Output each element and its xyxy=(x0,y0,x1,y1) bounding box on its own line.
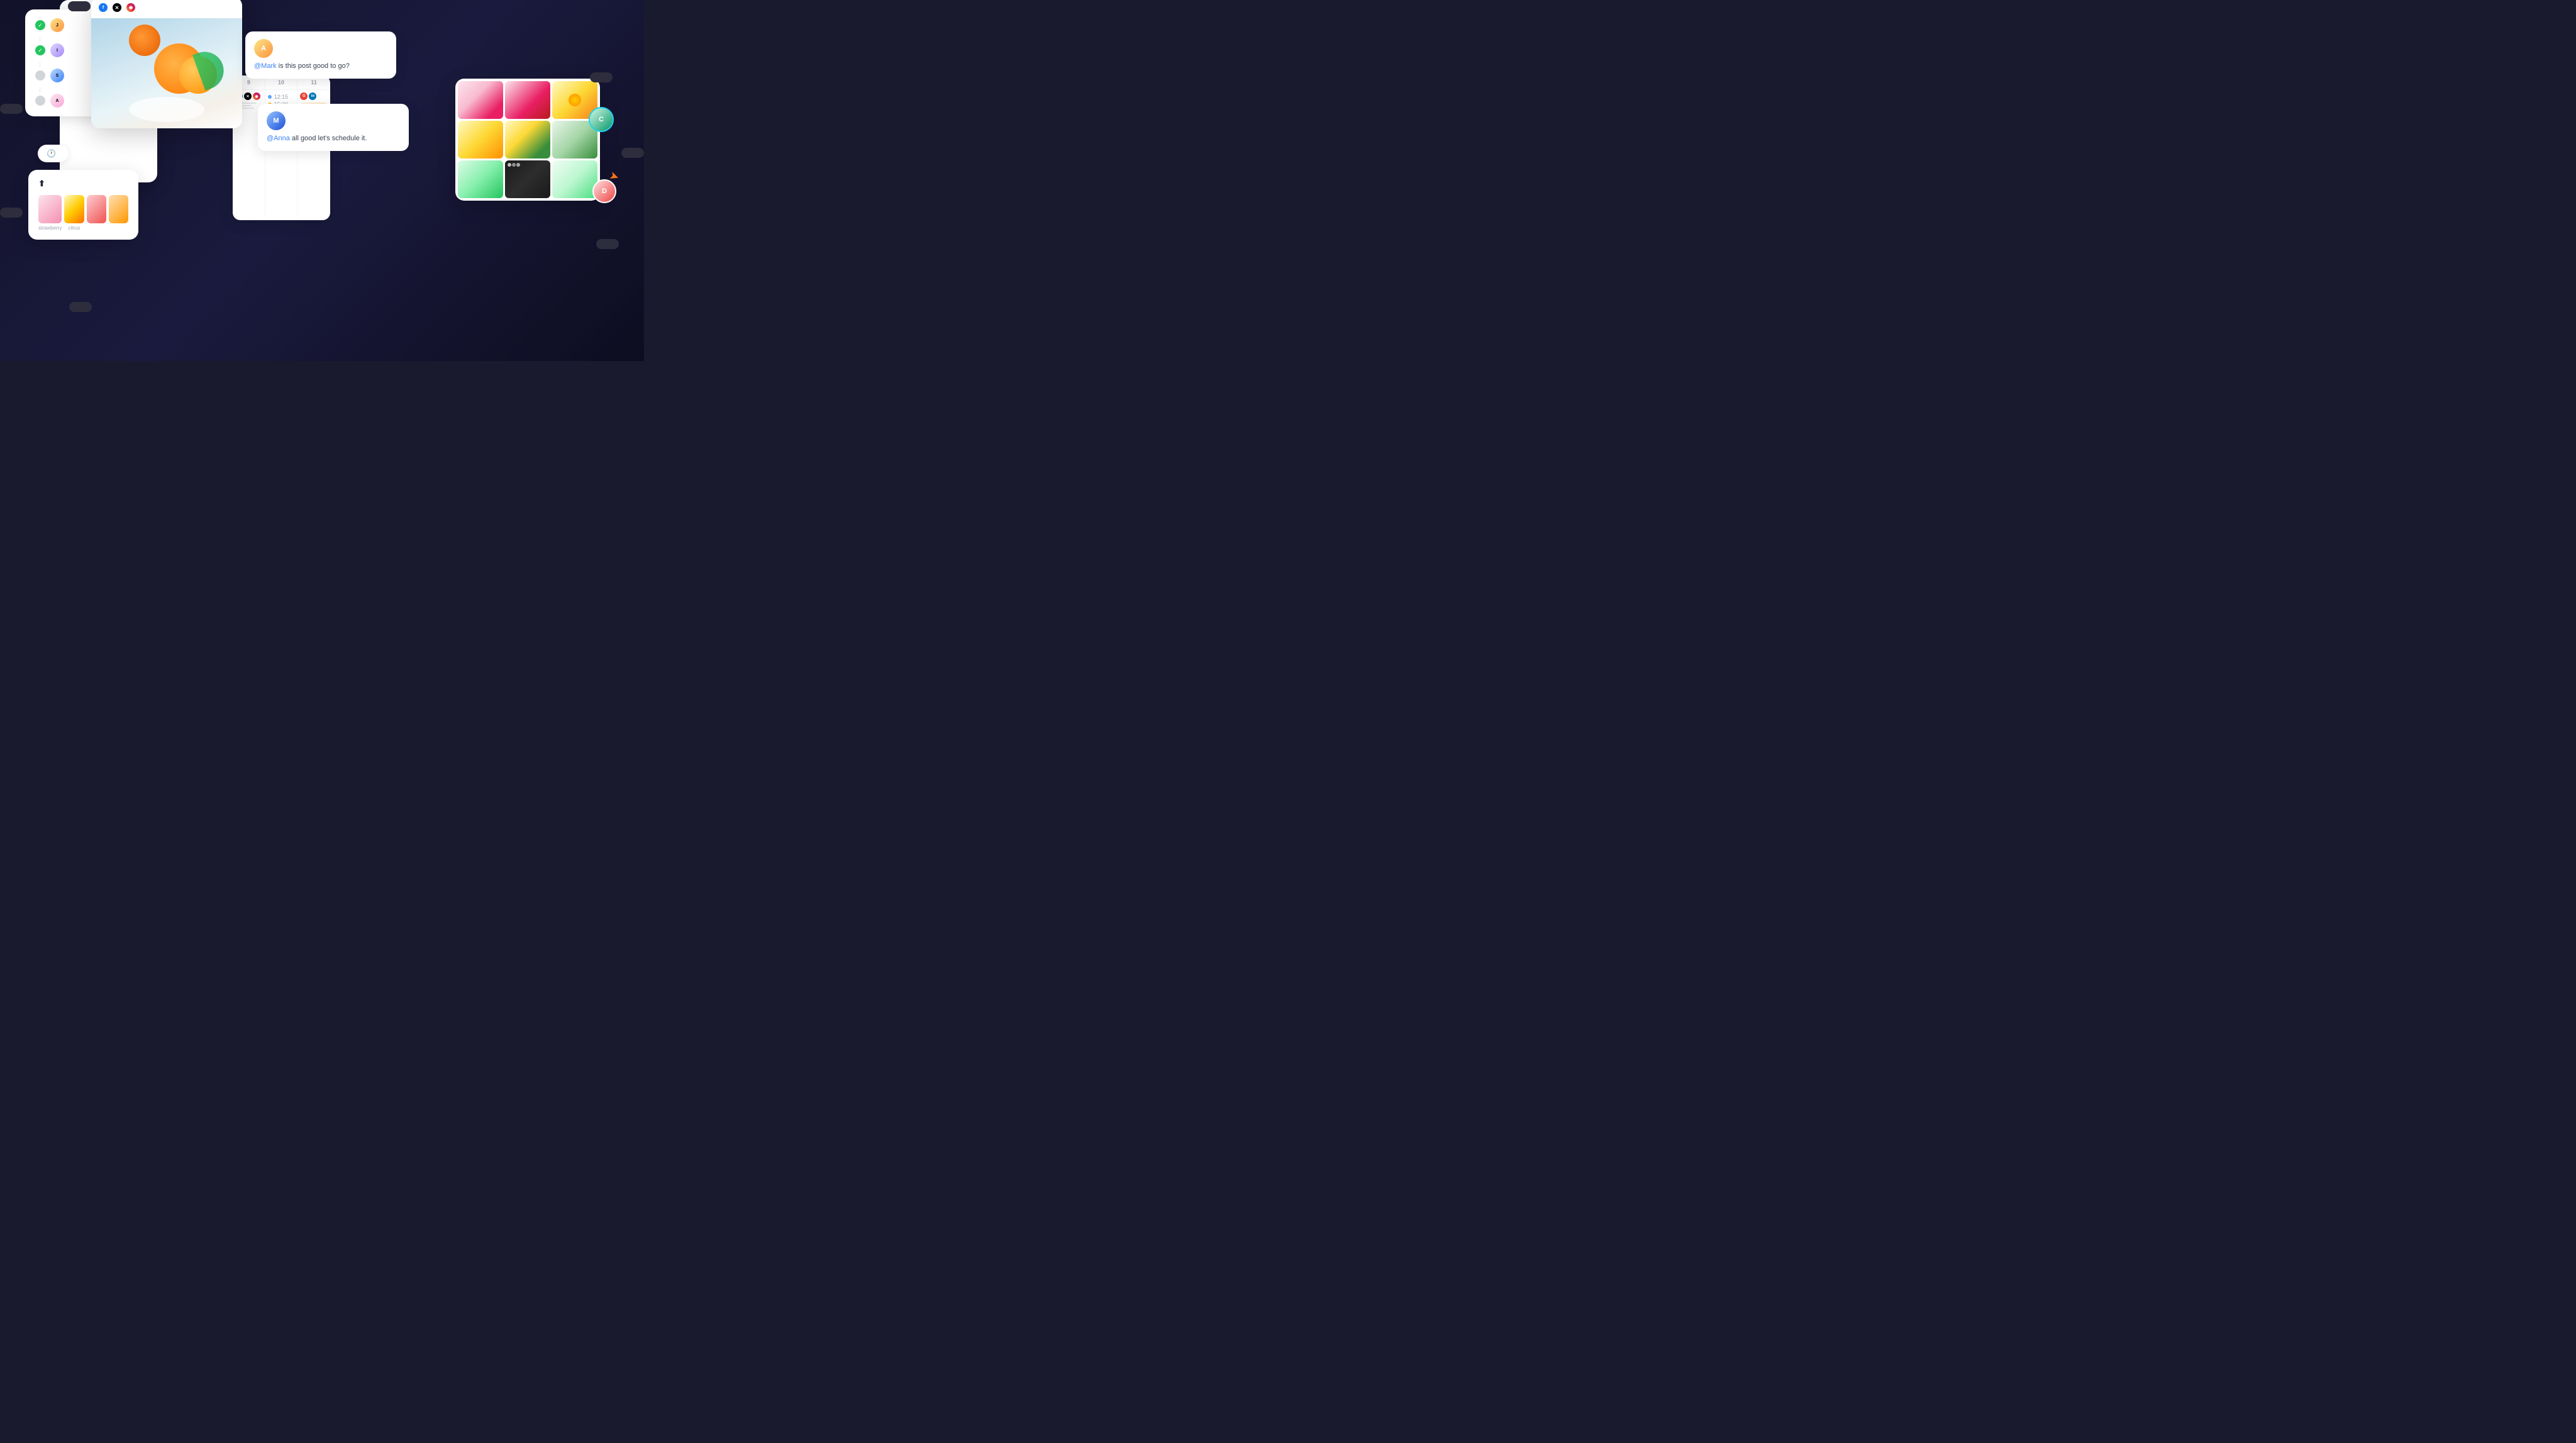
avatar-jack: J xyxy=(50,18,64,32)
grid-cell-8 xyxy=(505,160,550,198)
publishing-label xyxy=(0,208,23,218)
media-thumb-4 xyxy=(109,195,128,231)
media-thumb-1: strawberry xyxy=(38,195,62,231)
media-thumb-2: citrus xyxy=(64,195,84,231)
views-grid xyxy=(455,79,600,201)
anna-header: A xyxy=(254,39,387,58)
multiple-views-label xyxy=(596,239,619,249)
grid-cell-7 xyxy=(458,160,503,198)
collab-avatar-top: C xyxy=(589,107,614,132)
grid-cell-4 xyxy=(458,121,503,159)
fb-icon: f xyxy=(99,3,108,12)
post-scheduled-badge: 🕐 xyxy=(38,145,69,162)
avatar-anne: A xyxy=(50,94,64,108)
upload-media-card: ⬆ strawberry citrus xyxy=(28,170,138,240)
check-jack: ✓ xyxy=(35,20,45,30)
mark-header: M xyxy=(267,111,400,130)
planning-label xyxy=(68,1,91,11)
mark-avatar: M xyxy=(267,111,286,130)
anna-text: @Mark is this post good to go? xyxy=(254,62,387,71)
check-anne xyxy=(35,96,45,106)
media-grid: strawberry citrus xyxy=(38,195,128,231)
collab-avatar-bottom: D xyxy=(592,179,616,203)
grid-cell-9 xyxy=(552,160,597,198)
avatar-samuel: S xyxy=(50,69,64,82)
comment-mark: M @Anna all good let's schedule it. xyxy=(258,104,409,151)
approvals-label xyxy=(0,104,23,114)
upload-header: ⬆ xyxy=(38,179,128,189)
main-post-image xyxy=(91,18,242,128)
ig-icon: ◉ xyxy=(126,3,135,12)
upload-title: ⬆ xyxy=(38,179,49,189)
comment-anna: A @Mark is this post good to go? xyxy=(245,31,396,79)
main-post-header: f ✕ ◉ xyxy=(91,0,242,18)
grid-cell-2 xyxy=(505,81,550,119)
check-ingrid: ✓ xyxy=(35,45,45,55)
feedback-label xyxy=(590,72,613,82)
grid-cell-1 xyxy=(458,81,503,119)
mark-text: @Anna all good let's schedule it. xyxy=(267,134,400,143)
grid-cell-5 xyxy=(505,121,550,159)
avatar-ingrid: I xyxy=(50,43,64,57)
clock-icon: 🕐 xyxy=(47,149,56,158)
views-grid-inner xyxy=(458,81,597,198)
cross-company-label xyxy=(621,148,644,158)
anna-avatar: A xyxy=(254,39,273,58)
media-library-label xyxy=(69,302,92,312)
main-post-card: f ✕ ◉ xyxy=(91,0,242,128)
check-samuel xyxy=(35,70,45,81)
media-thumb-3 xyxy=(87,195,106,231)
x-icon: ✕ xyxy=(113,3,121,12)
